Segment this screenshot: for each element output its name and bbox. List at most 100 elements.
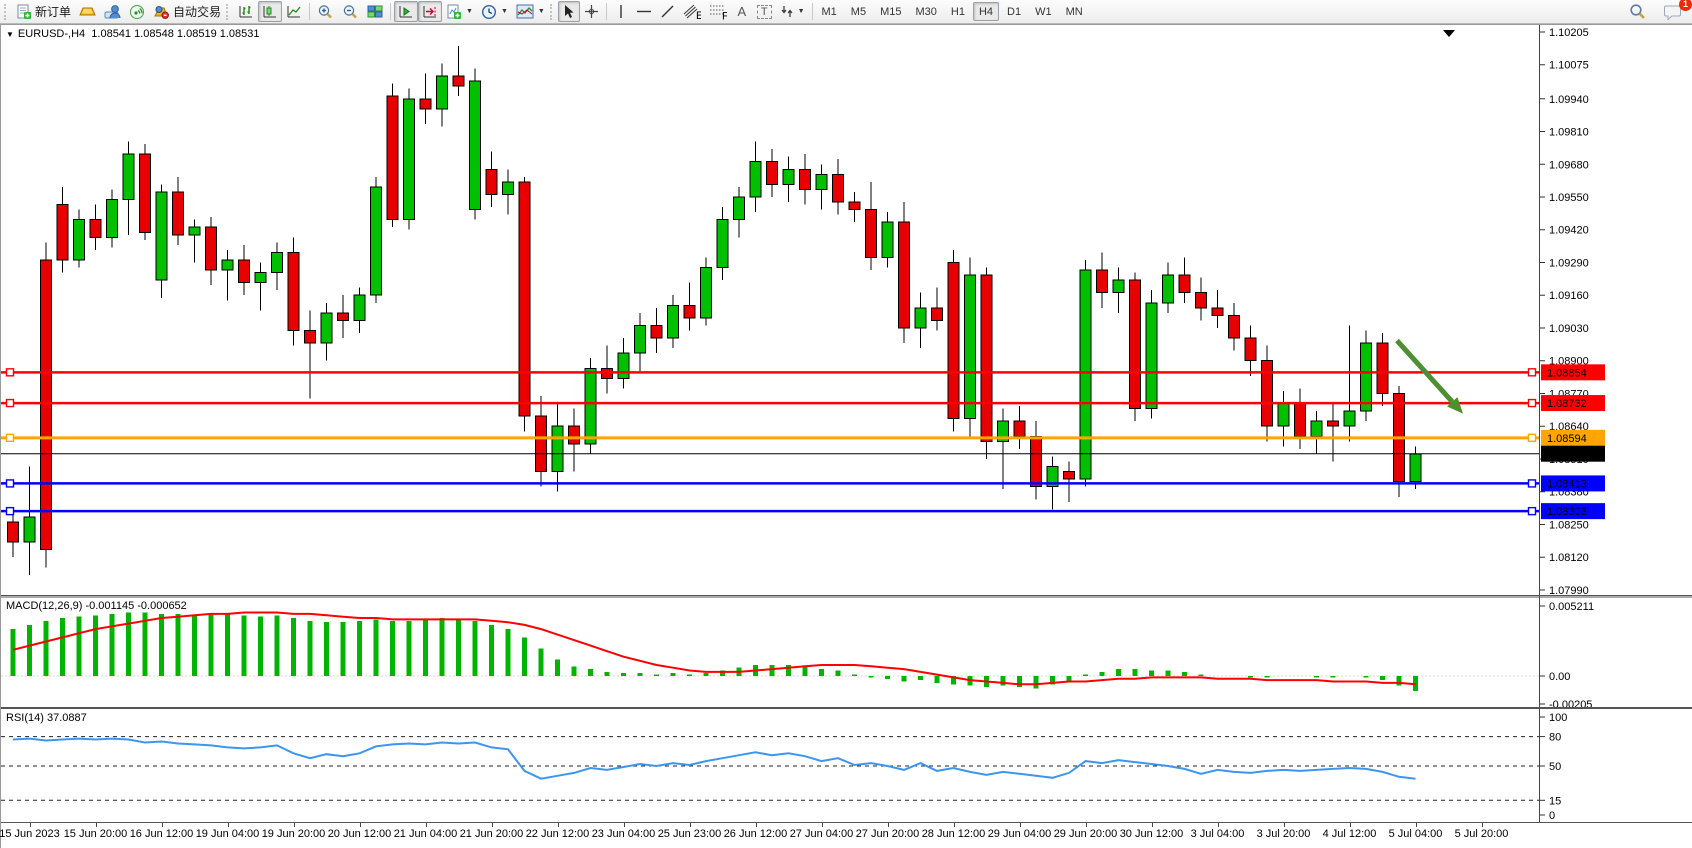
bull-candle [635,325,646,353]
cursor-button[interactable] [558,1,580,22]
bull-candle [189,227,200,235]
timeframe-button-mn[interactable]: MN [1060,2,1089,21]
crosshair-button[interactable] [580,1,603,22]
trendline-tool-button[interactable] [656,1,679,22]
time-label: 15 Jun 20:00 [64,828,128,840]
time-tick [954,823,955,827]
time-label: 5 Jul 04:00 [1389,828,1443,840]
trendline-icon [660,4,675,19]
bear-candle [1179,275,1190,293]
fibonacci-tool-button[interactable]: F [705,1,731,22]
bear-candle [948,262,959,418]
indicators-button[interactable]: ▼ [442,1,477,22]
gold-account-button[interactable] [75,1,100,22]
bull-candle [1361,343,1372,411]
auto-scroll-button[interactable] [394,1,418,22]
bull-candle [470,81,481,209]
time-tick [1020,823,1021,827]
toolbar-separator [606,3,607,20]
zoom-in-icon [317,4,334,20]
bar-chart-icon [238,4,254,19]
macd-panel[interactable]: 0.0052110.00-0.00205 [1,596,1692,708]
notifications-button[interactable]: 1 [1660,1,1686,22]
bear-candle [41,260,52,550]
shapes-tool-button[interactable]: ▼ [776,1,809,22]
auto-trading-icon [153,4,170,20]
rsi-panel[interactable]: 1008050150 [1,708,1692,822]
bear-candle [387,96,398,219]
bull-candle [585,368,596,444]
horizontal-line-tool-button[interactable] [632,1,656,22]
time-tick [1416,823,1417,827]
bear-candle [1328,421,1339,426]
time-axis[interactable]: 15 Jun 202315 Jun 20:0016 Jun 12:0019 Ju… [1,822,1692,848]
toolbar-separator [309,3,310,20]
time-label: 25 Jun 23:00 [658,828,722,840]
time-tick [492,823,493,827]
candlestick-icon [262,4,278,19]
search-button[interactable] [1625,1,1650,22]
rsi-tick-label: 100 [1549,712,1567,724]
svg-text:1.08531: 1.08531 [1547,449,1587,461]
bull-candle [750,162,761,197]
macd-tick-label: -0.00205 [1549,699,1592,708]
bull-candle [156,192,167,280]
bear-candle [420,99,431,109]
new-order-button[interactable]: 新订单 [12,1,75,22]
timeframe-button-d1[interactable]: D1 [1001,2,1027,21]
line-chart-icon [286,4,302,19]
dropdown-arrow-icon: ▼ [798,8,805,15]
timeframe-button-m30[interactable]: M30 [909,2,942,21]
time-tick [294,823,295,827]
line-handle [7,369,14,376]
community-button[interactable] [100,1,125,22]
bull-candle [701,268,712,318]
time-tick [96,823,97,827]
timeframe-button-h4[interactable]: H4 [973,2,999,21]
bear-candle [90,220,101,238]
line-handle [7,480,14,487]
time-tick [558,823,559,827]
bull-candle [272,252,283,272]
timeframe-button-h1[interactable]: H1 [945,2,971,21]
timeframe-button-m15[interactable]: M15 [874,2,907,21]
rsi-tick-label: 15 [1549,795,1561,807]
zoom-out-button[interactable] [338,1,363,22]
auto-trading-button[interactable]: 自动交易 [149,1,225,22]
time-label: 26 Jun 12:00 [724,828,788,840]
bear-candle [684,305,695,318]
svg-text:F: F [722,10,727,20]
bear-candle [1212,308,1223,316]
chart-shift-button[interactable] [418,1,442,22]
candlestick-chart-type-button[interactable] [258,1,282,22]
timeframe-button-w1[interactable]: W1 [1029,2,1058,21]
toolbar-separator [812,3,813,20]
svg-text:1.08303: 1.08303 [1547,506,1587,518]
time-tick [162,823,163,827]
label-tool-button[interactable]: T [753,1,776,22]
signals-button[interactable] [125,1,149,22]
bear-candle [1130,280,1141,408]
bear-candle [305,331,316,344]
templates-button[interactable]: ▼ [512,1,549,22]
zoom-in-button[interactable] [313,1,338,22]
channel-tool-button[interactable]: E [679,1,705,22]
main-price-chart[interactable]: 1.102051.100751.099401.098101.096801.095… [1,24,1692,596]
time-label: 23 Jun 04:00 [592,828,656,840]
bar-chart-type-button[interactable] [234,1,258,22]
periods-button[interactable]: ▼ [477,1,512,22]
bear-candle [899,222,910,328]
vertical-line-tool-button[interactable] [610,1,632,22]
chart-window: 1.102051.100751.099401.098101.096801.095… [0,24,1692,848]
timeframe-button-m1[interactable]: M1 [816,2,843,21]
text-tool-button[interactable]: A [731,1,753,22]
tile-windows-button[interactable] [363,1,387,22]
timeframe-button-m5[interactable]: M5 [845,2,872,21]
bull-candle [255,273,266,283]
bear-candle [849,202,860,210]
bear-candle [833,174,844,202]
bear-candle [932,308,943,321]
line-chart-type-button[interactable] [282,1,306,22]
bear-candle [8,522,19,542]
svg-text:1.08413: 1.08413 [1547,478,1587,490]
